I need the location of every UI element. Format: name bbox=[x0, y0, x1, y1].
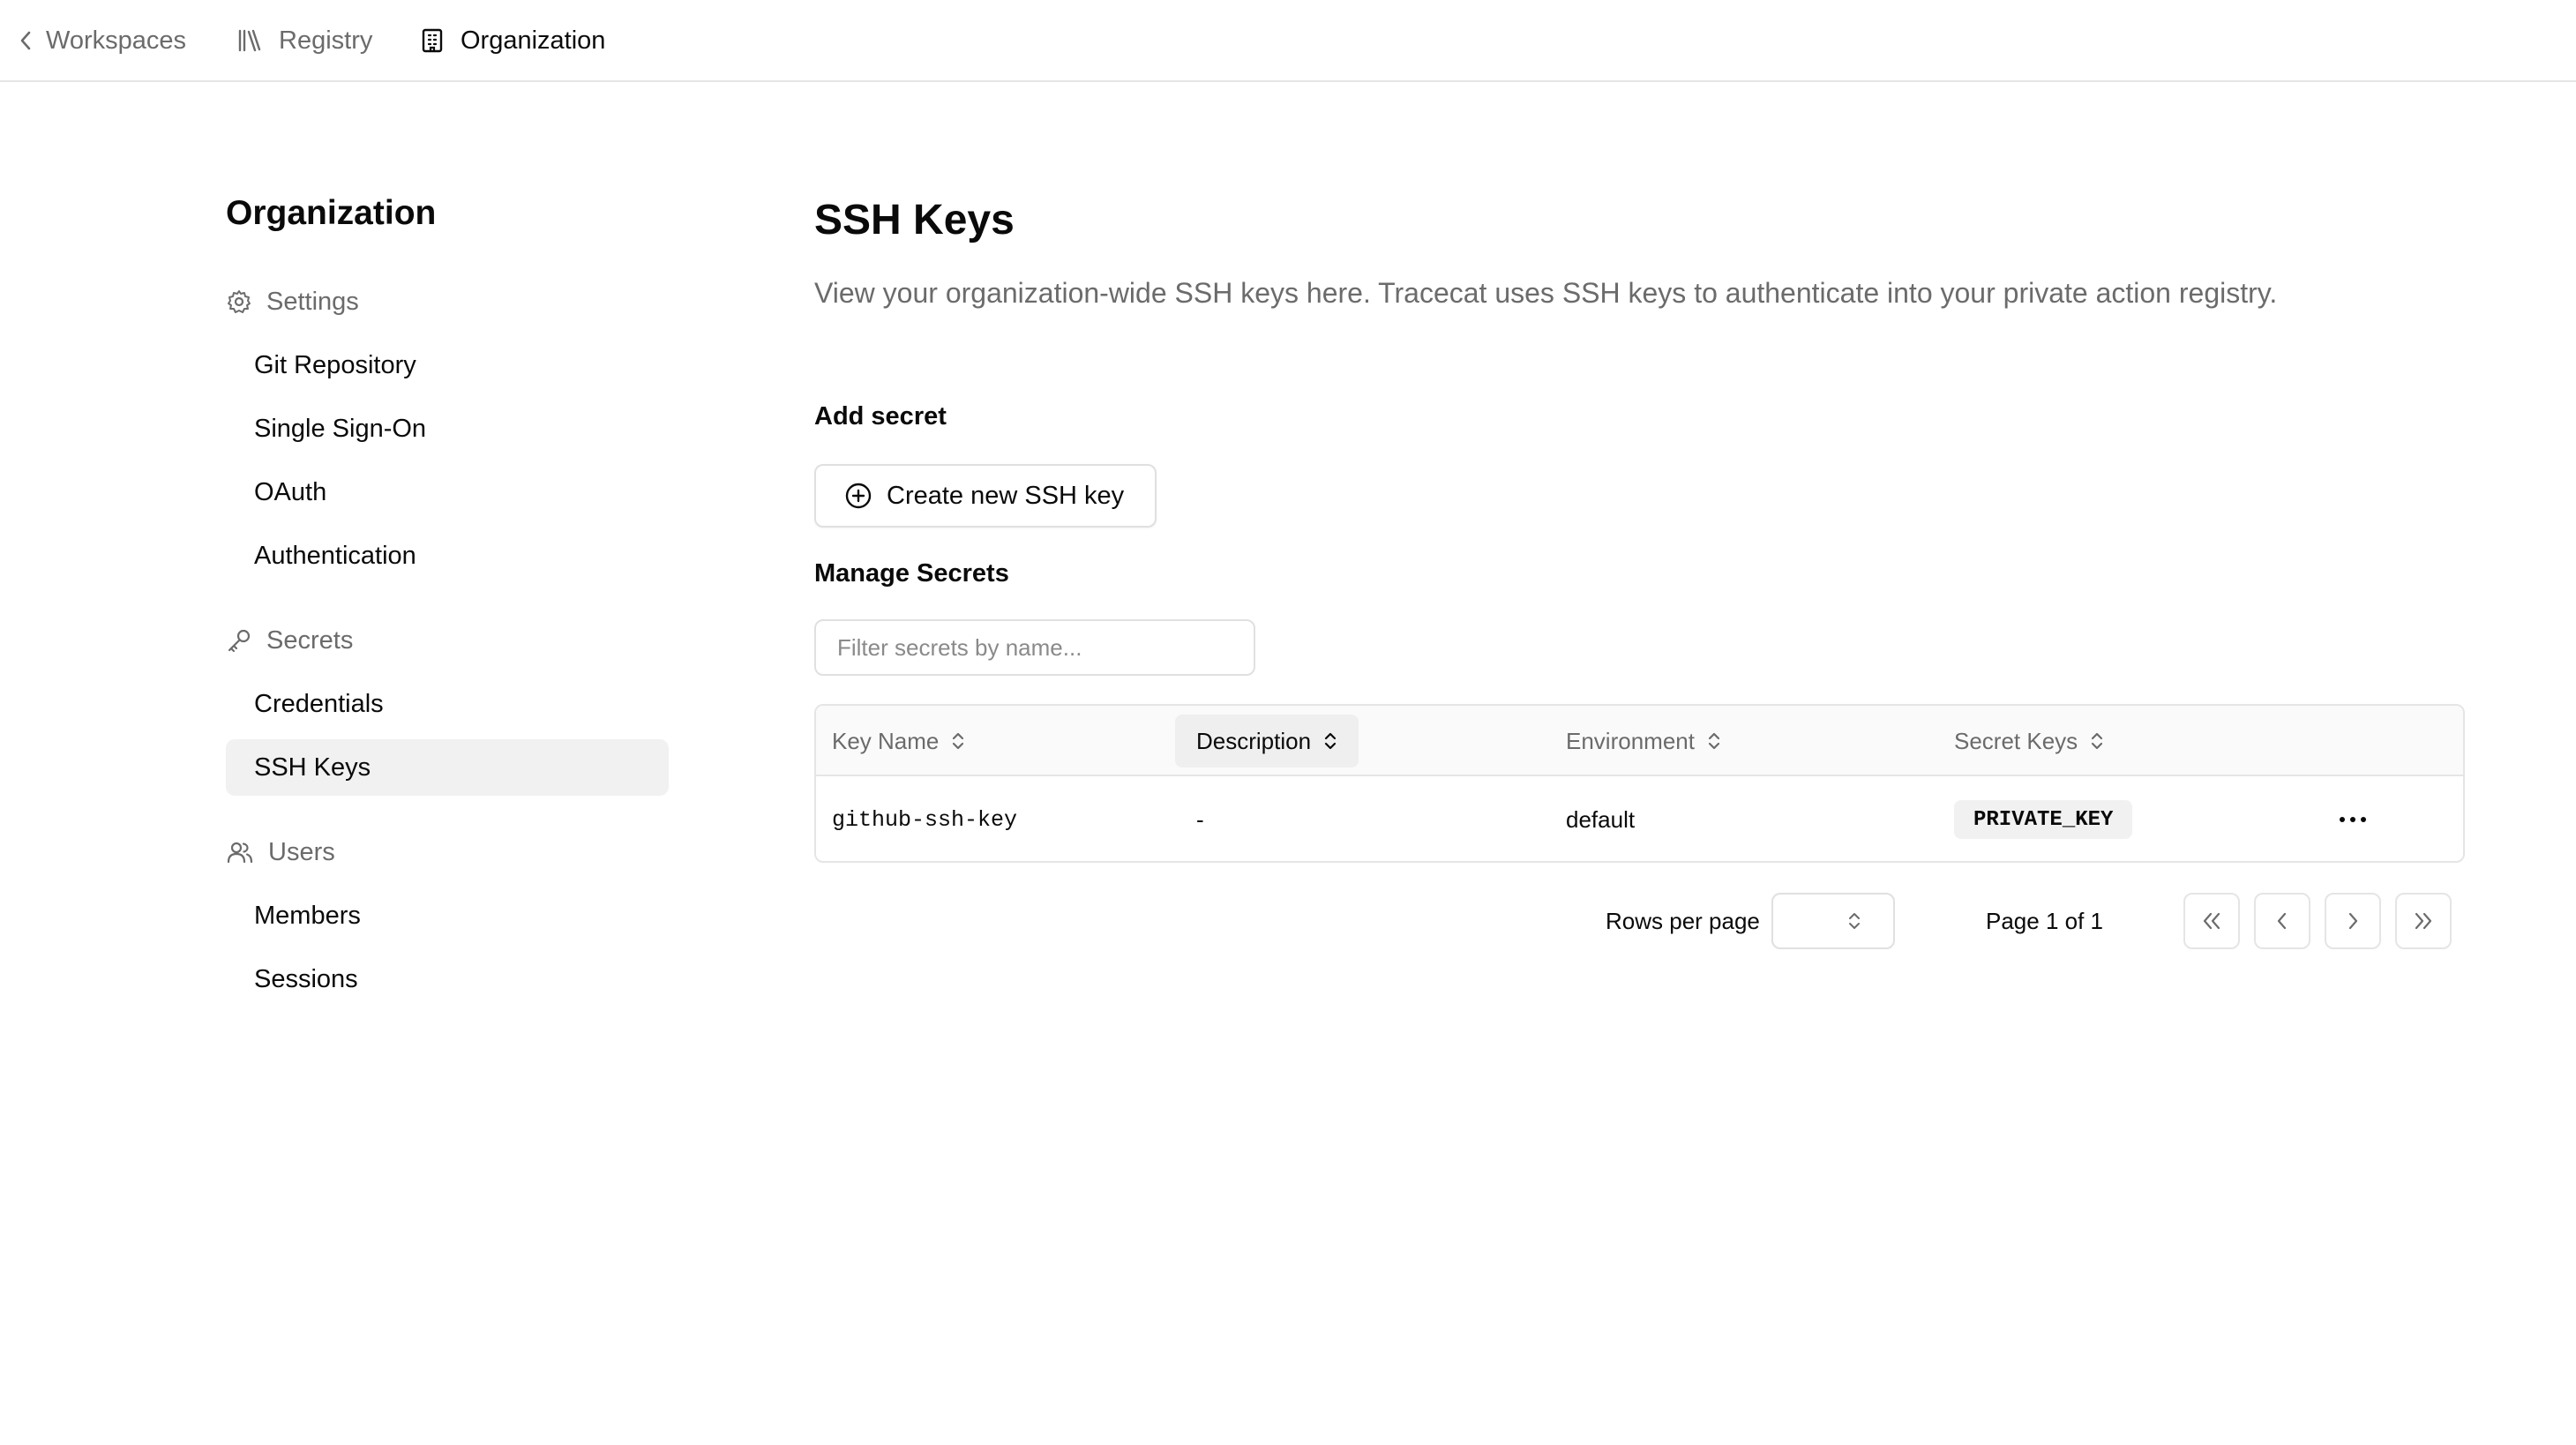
plus-circle-icon bbox=[845, 483, 872, 509]
sidebar-item-label: Sessions bbox=[254, 964, 358, 993]
more-horizontal-icon bbox=[2340, 817, 2366, 822]
sidebar-item-label: SSH Keys bbox=[254, 752, 371, 782]
page-info: Page 1 of 1 bbox=[1986, 907, 2103, 934]
workspaces-back-link[interactable]: Workspaces bbox=[19, 23, 186, 58]
sidebar-group-users: Users bbox=[226, 835, 335, 870]
column-label: Key Name bbox=[832, 727, 940, 754]
chevron-left-icon bbox=[20, 31, 31, 50]
filter-secrets-input[interactable] bbox=[814, 619, 1255, 676]
secrets-table: Key Name Description Environment Secret … bbox=[814, 704, 2465, 863]
sidebar-item-label: Single Sign-On bbox=[254, 414, 427, 443]
previous-page-button[interactable] bbox=[2254, 893, 2310, 949]
sidebar-item-label: Credentials bbox=[254, 689, 384, 718]
column-label: Secret Keys bbox=[1954, 727, 2078, 754]
key-icon bbox=[228, 629, 251, 653]
building-icon bbox=[422, 28, 443, 53]
gear-icon bbox=[228, 290, 251, 313]
rows-per-page-select[interactable] bbox=[1771, 893, 1895, 949]
create-ssh-key-button[interactable]: Create new SSH key bbox=[814, 464, 1157, 528]
sort-icon bbox=[2092, 732, 2103, 750]
cell-secret-keys: PRIVATE_KEY bbox=[1954, 776, 2133, 861]
manage-secrets-heading: Manage Secrets bbox=[814, 559, 1009, 588]
cell-environment: default bbox=[1566, 805, 1636, 833]
sidebar-group-label: Settings bbox=[266, 287, 359, 316]
registry-label: Registry bbox=[279, 26, 373, 55]
workspaces-label: Workspaces bbox=[46, 26, 187, 55]
sidebar-item-git-repository[interactable]: Git Repository bbox=[226, 337, 669, 393]
table-row[interactable]: github-ssh-key - default PRIVATE_KEY bbox=[816, 776, 2463, 861]
chevrons-up-down-icon bbox=[1849, 913, 1860, 929]
sidebar-item-sessions[interactable]: Sessions bbox=[226, 951, 669, 1007]
page: Workspaces Registry Organization Organiz… bbox=[0, 0, 2576, 1445]
sidebar-item-label: Authentication bbox=[254, 541, 416, 570]
sidebar-item-members[interactable]: Members bbox=[226, 887, 669, 944]
sidebar-group-label: Secrets bbox=[266, 625, 354, 655]
organization-link[interactable]: Organization bbox=[420, 23, 605, 58]
cell-key-name: github-ssh-key bbox=[832, 806, 1018, 833]
sort-icon bbox=[953, 732, 964, 750]
row-actions-button[interactable] bbox=[2339, 776, 2367, 861]
rows-per-page-label: Rows per page bbox=[1606, 907, 1760, 934]
sort-icon bbox=[1708, 732, 1720, 750]
sidebar-group-label: Users bbox=[268, 837, 335, 866]
top-nav: Workspaces Registry Organization bbox=[0, 0, 2576, 82]
library-icon bbox=[238, 29, 261, 52]
next-page-button[interactable] bbox=[2325, 893, 2381, 949]
users-icon bbox=[227, 842, 253, 864]
sidebar-title: Organization bbox=[226, 194, 437, 232]
sidebar-item-authentication[interactable]: Authentication bbox=[226, 528, 669, 584]
sort-icon bbox=[1324, 732, 1337, 750]
sidebar-item-oauth[interactable]: OAuth bbox=[226, 464, 669, 520]
column-header-key-name[interactable]: Key Name bbox=[830, 715, 967, 767]
sidebar-item-label: OAuth bbox=[254, 477, 327, 506]
sidebar-item-credentials[interactable]: Credentials bbox=[226, 676, 669, 732]
add-secret-heading: Add secret bbox=[814, 402, 947, 431]
sidebar-item-single-sign-on[interactable]: Single Sign-On bbox=[226, 401, 669, 457]
sidebar-item-label: Git Repository bbox=[254, 350, 416, 379]
sidebar-item-label: Members bbox=[254, 901, 361, 930]
organization-label: Organization bbox=[461, 26, 606, 55]
registry-link[interactable]: Registry bbox=[236, 23, 372, 58]
first-page-button[interactable] bbox=[2183, 893, 2240, 949]
chevrons-left-icon bbox=[2203, 912, 2220, 930]
column-header-secret-keys[interactable]: Secret Keys bbox=[1952, 715, 2106, 767]
cell-description: - bbox=[1196, 805, 1204, 833]
sidebar-item-ssh-keys[interactable]: SSH Keys bbox=[226, 739, 669, 796]
page-description: View your organization-wide SSH keys her… bbox=[814, 277, 2278, 309]
column-label: Environment bbox=[1566, 727, 1695, 754]
chevron-right-icon bbox=[2348, 912, 2358, 930]
table-header: Key Name Description Environment Secret … bbox=[816, 706, 2463, 776]
chevrons-right-icon bbox=[2415, 912, 2432, 930]
last-page-button[interactable] bbox=[2395, 893, 2452, 949]
page-title: SSH Keys bbox=[814, 197, 1015, 243]
column-header-environment[interactable]: Environment bbox=[1564, 715, 1723, 767]
sidebar-group-secrets: Secrets bbox=[226, 623, 353, 658]
sidebar-group-settings: Settings bbox=[226, 284, 359, 319]
column-label: Description bbox=[1196, 727, 1312, 754]
create-ssh-key-label: Create new SSH key bbox=[887, 481, 1125, 510]
chevron-left-icon bbox=[2277, 912, 2287, 930]
secret-key-badge: PRIVATE_KEY bbox=[1954, 800, 2133, 839]
pagination: Rows per page Page 1 of 1 bbox=[814, 893, 2467, 949]
column-header-description[interactable]: Description bbox=[1175, 715, 1359, 767]
